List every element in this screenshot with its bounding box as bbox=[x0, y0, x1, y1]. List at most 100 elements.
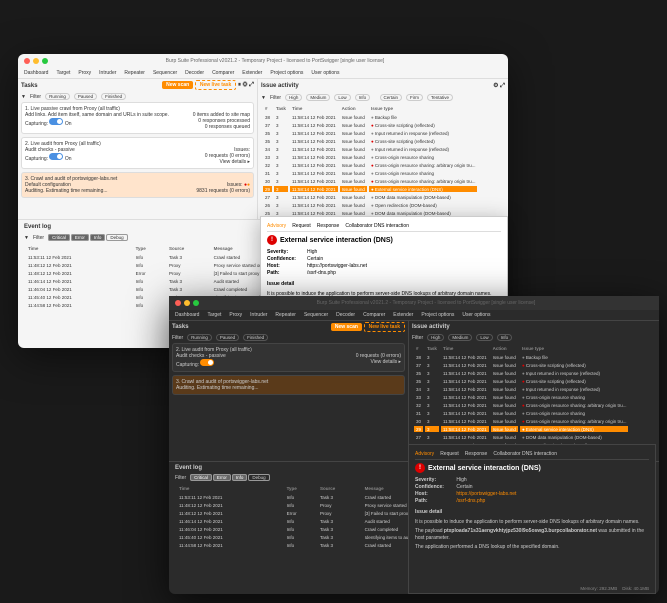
task-3[interactable]: 3. Crawl and audit of portswigger-labs.n… bbox=[172, 375, 405, 395]
issue-row[interactable]: 37311:58:14 12 Feb 2021Issue found● Cros… bbox=[414, 362, 628, 368]
tab-target[interactable]: Target bbox=[56, 70, 70, 76]
level-error[interactable]: Error bbox=[213, 474, 231, 481]
tab-response[interactable]: Response bbox=[317, 223, 340, 229]
issue-row[interactable]: 35311:58:14 12 Feb 2021Issue found● Inpu… bbox=[414, 370, 628, 376]
tab-sequencer[interactable]: Sequencer bbox=[304, 312, 328, 318]
issue-row[interactable]: 38311:58:14 12 Feb 2021Issue found● Back… bbox=[263, 114, 477, 120]
tab-repeater[interactable]: Repeater bbox=[275, 312, 296, 318]
col-action[interactable]: Action bbox=[491, 345, 518, 352]
gear-icon[interactable]: ⚙ bbox=[493, 83, 498, 89]
tab-dashboard[interactable]: Dashboard bbox=[175, 312, 199, 318]
col-time[interactable]: Time bbox=[290, 105, 338, 112]
issue-row[interactable]: 35311:58:14 12 Feb 2021Issue found● Cros… bbox=[414, 378, 628, 384]
col-type[interactable]: Type bbox=[285, 485, 316, 492]
new-scan-button[interactable]: New scan bbox=[331, 323, 362, 331]
tab-decoder[interactable]: Decoder bbox=[336, 312, 355, 318]
new-live-task-button[interactable]: New live task bbox=[364, 322, 405, 332]
issue-row[interactable]: 26311:58:14 12 Feb 2021Issue found● Open… bbox=[263, 202, 477, 208]
tab-decoder[interactable]: Decoder bbox=[185, 70, 204, 76]
close-icon[interactable] bbox=[175, 300, 181, 306]
tab-request[interactable]: Request bbox=[292, 223, 311, 229]
sev-high[interactable]: High bbox=[427, 334, 444, 341]
view-details-link[interactable]: View details ▸ bbox=[356, 359, 401, 365]
issue-row[interactable]: 32311:58:14 12 Feb 2021Issue found● Cros… bbox=[263, 162, 477, 168]
minimize-icon[interactable] bbox=[184, 300, 190, 306]
issue-row[interactable]: 29311:58:14 12 Feb 2021Issue found● Exte… bbox=[414, 426, 628, 432]
tab-extender[interactable]: Extender bbox=[393, 312, 413, 318]
tab-project-options[interactable]: Project options bbox=[421, 312, 454, 318]
col-task[interactable]: Task bbox=[274, 105, 288, 112]
capturing-toggle[interactable] bbox=[49, 118, 63, 125]
task-2[interactable]: 2. Live audit from Proxy (all traffic) A… bbox=[172, 343, 405, 372]
level-debug[interactable]: Debug bbox=[248, 474, 269, 481]
conf-firm[interactable]: Firm bbox=[406, 94, 423, 101]
minimize-icon[interactable] bbox=[33, 58, 39, 64]
host-value[interactable]: https://portswigger-labs.net bbox=[456, 491, 516, 497]
pause-icon[interactable]: ⏸ bbox=[238, 82, 241, 88]
issue-row[interactable]: 34311:58:14 12 Feb 2021Issue found● Inpu… bbox=[263, 146, 477, 152]
level-critical[interactable]: Critical bbox=[190, 474, 212, 481]
tab-advisory[interactable]: Advisory bbox=[415, 451, 434, 457]
conf-certain[interactable]: Certain bbox=[380, 94, 403, 101]
tab-repeater[interactable]: Repeater bbox=[124, 70, 145, 76]
issue-row[interactable]: 32311:58:14 12 Feb 2021Issue found● Cros… bbox=[414, 402, 628, 408]
tab-dashboard[interactable]: Dashboard bbox=[24, 70, 48, 76]
sev-low[interactable]: Low bbox=[334, 94, 350, 101]
tab-proxy[interactable]: Proxy bbox=[78, 70, 91, 76]
tab-user-options[interactable]: User options bbox=[311, 70, 339, 76]
filter-icon[interactable]: ▼ bbox=[24, 235, 29, 241]
issue-row[interactable]: 38311:58:14 12 Feb 2021Issue found● Back… bbox=[414, 354, 628, 360]
filter-finished[interactable]: Finished bbox=[243, 334, 268, 341]
filter-running[interactable]: Running bbox=[45, 93, 70, 100]
tab-intruder[interactable]: Intruder bbox=[99, 70, 116, 76]
tab-collaborator[interactable]: Collaborator DNS interaction bbox=[345, 223, 409, 229]
col-num[interactable]: # bbox=[263, 105, 272, 112]
new-scan-button[interactable]: New scan bbox=[162, 81, 193, 89]
tab-intruder[interactable]: Intruder bbox=[250, 312, 267, 318]
capturing-toggle[interactable] bbox=[49, 153, 63, 160]
task-2[interactable]: 2. Live audit from Proxy (all traffic) A… bbox=[21, 137, 254, 169]
task-1[interactable]: 1. Live passive crawl from Proxy (all tr… bbox=[21, 102, 254, 134]
conf-tentative[interactable]: Tentative bbox=[427, 94, 453, 101]
col-type[interactable]: Issue type bbox=[520, 345, 629, 352]
new-live-task-button[interactable]: New live task bbox=[195, 80, 236, 90]
col-action[interactable]: Action bbox=[340, 105, 367, 112]
sev-medium[interactable]: Medium bbox=[306, 94, 330, 101]
task-3[interactable]: 3. Crawl and audit of portswigger-labs.n… bbox=[21, 172, 254, 198]
sev-info[interactable]: Info bbox=[497, 334, 513, 341]
view-details-link[interactable]: View details ▸ bbox=[205, 159, 250, 165]
col-task[interactable]: Task bbox=[425, 345, 439, 352]
issue-row[interactable]: 27311:58:14 12 Feb 2021Issue found● DOM … bbox=[414, 434, 628, 440]
close-icon[interactable] bbox=[24, 58, 30, 64]
tab-comparer[interactable]: Comparer bbox=[363, 312, 385, 318]
issue-row[interactable]: 35311:58:14 12 Feb 2021Issue found● Inpu… bbox=[263, 130, 477, 136]
sev-info[interactable]: Info bbox=[355, 94, 371, 101]
level-info[interactable]: Info bbox=[90, 234, 106, 241]
issue-row[interactable]: 30311:58:14 12 Feb 2021Issue found● Cros… bbox=[263, 178, 477, 184]
col-type[interactable]: Issue type bbox=[369, 105, 478, 112]
level-critical[interactable]: Critical bbox=[48, 234, 70, 241]
filter-finished[interactable]: Finished bbox=[101, 93, 126, 100]
sev-medium[interactable]: Medium bbox=[448, 334, 472, 341]
issue-row[interactable]: 35311:58:14 12 Feb 2021Issue found● Cros… bbox=[263, 138, 477, 144]
issue-row[interactable]: 29311:58:14 12 Feb 2021Issue found● Exte… bbox=[263, 186, 477, 192]
issue-row[interactable]: 30311:58:14 12 Feb 2021Issue found● Cros… bbox=[414, 418, 628, 424]
tab-comparer[interactable]: Comparer bbox=[212, 70, 234, 76]
issue-row[interactable]: 37311:58:14 12 Feb 2021Issue found● Cros… bbox=[263, 122, 477, 128]
level-error[interactable]: Error bbox=[71, 234, 89, 241]
issue-row[interactable]: 31311:58:14 12 Feb 2021Issue found● Cros… bbox=[263, 170, 477, 176]
col-num[interactable]: # bbox=[414, 345, 423, 352]
issue-row[interactable]: 33311:58:14 12 Feb 2021Issue found● Cros… bbox=[263, 154, 477, 160]
tab-collaborator[interactable]: Collaborator DNS interaction bbox=[493, 451, 557, 457]
tab-response[interactable]: Response bbox=[465, 451, 488, 457]
issue-row[interactable]: 31311:58:14 12 Feb 2021Issue found● Cros… bbox=[414, 410, 628, 416]
issue-row[interactable]: 33311:58:14 12 Feb 2021Issue found● Cros… bbox=[414, 394, 628, 400]
tab-sequencer[interactable]: Sequencer bbox=[153, 70, 177, 76]
tab-user-options[interactable]: User options bbox=[462, 312, 490, 318]
issue-row[interactable]: 34311:58:14 12 Feb 2021Issue found● Inpu… bbox=[414, 386, 628, 392]
gear-icon[interactable]: ⚙ bbox=[243, 82, 248, 88]
tab-target[interactable]: Target bbox=[207, 312, 221, 318]
expand-icon[interactable]: ⤢ bbox=[500, 83, 505, 89]
capturing-toggle[interactable] bbox=[200, 359, 214, 366]
tab-request[interactable]: Request bbox=[440, 451, 459, 457]
